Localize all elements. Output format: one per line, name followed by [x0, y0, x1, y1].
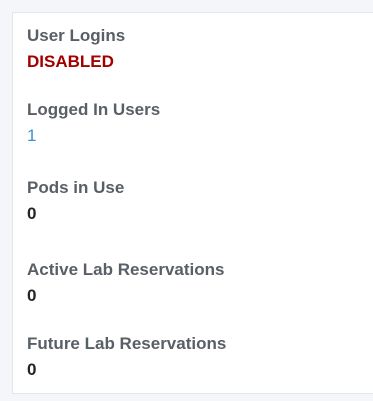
- logged-in-users-count[interactable]: 1: [27, 125, 160, 147]
- stat-label: Future Lab Reservations: [27, 334, 227, 353]
- user-logins-status: DISABLED: [27, 52, 114, 71]
- stat-label: Logged In Users: [27, 100, 161, 119]
- stat-future-lab-reservations: Future Lab Reservations 0: [27, 333, 226, 381]
- status-card: User Logins DISABLED Logged In Users 1 P…: [12, 12, 373, 394]
- stat-active-lab-reservations: Active Lab Reservations 0: [27, 259, 224, 307]
- stat-label: Pods in Use: [27, 178, 125, 197]
- future-lab-reservations-count: 0: [27, 360, 37, 379]
- stat-pods-in-use: Pods in Use 0: [27, 177, 124, 225]
- stat-logged-in-users: Logged In Users 1: [27, 99, 160, 147]
- stat-label: Active Lab Reservations: [27, 260, 225, 279]
- pods-in-use-count: 0: [27, 204, 37, 223]
- stat-user-logins: User Logins DISABLED: [27, 25, 125, 73]
- stat-label: User Logins: [27, 26, 126, 45]
- active-lab-reservations-count: 0: [27, 286, 37, 305]
